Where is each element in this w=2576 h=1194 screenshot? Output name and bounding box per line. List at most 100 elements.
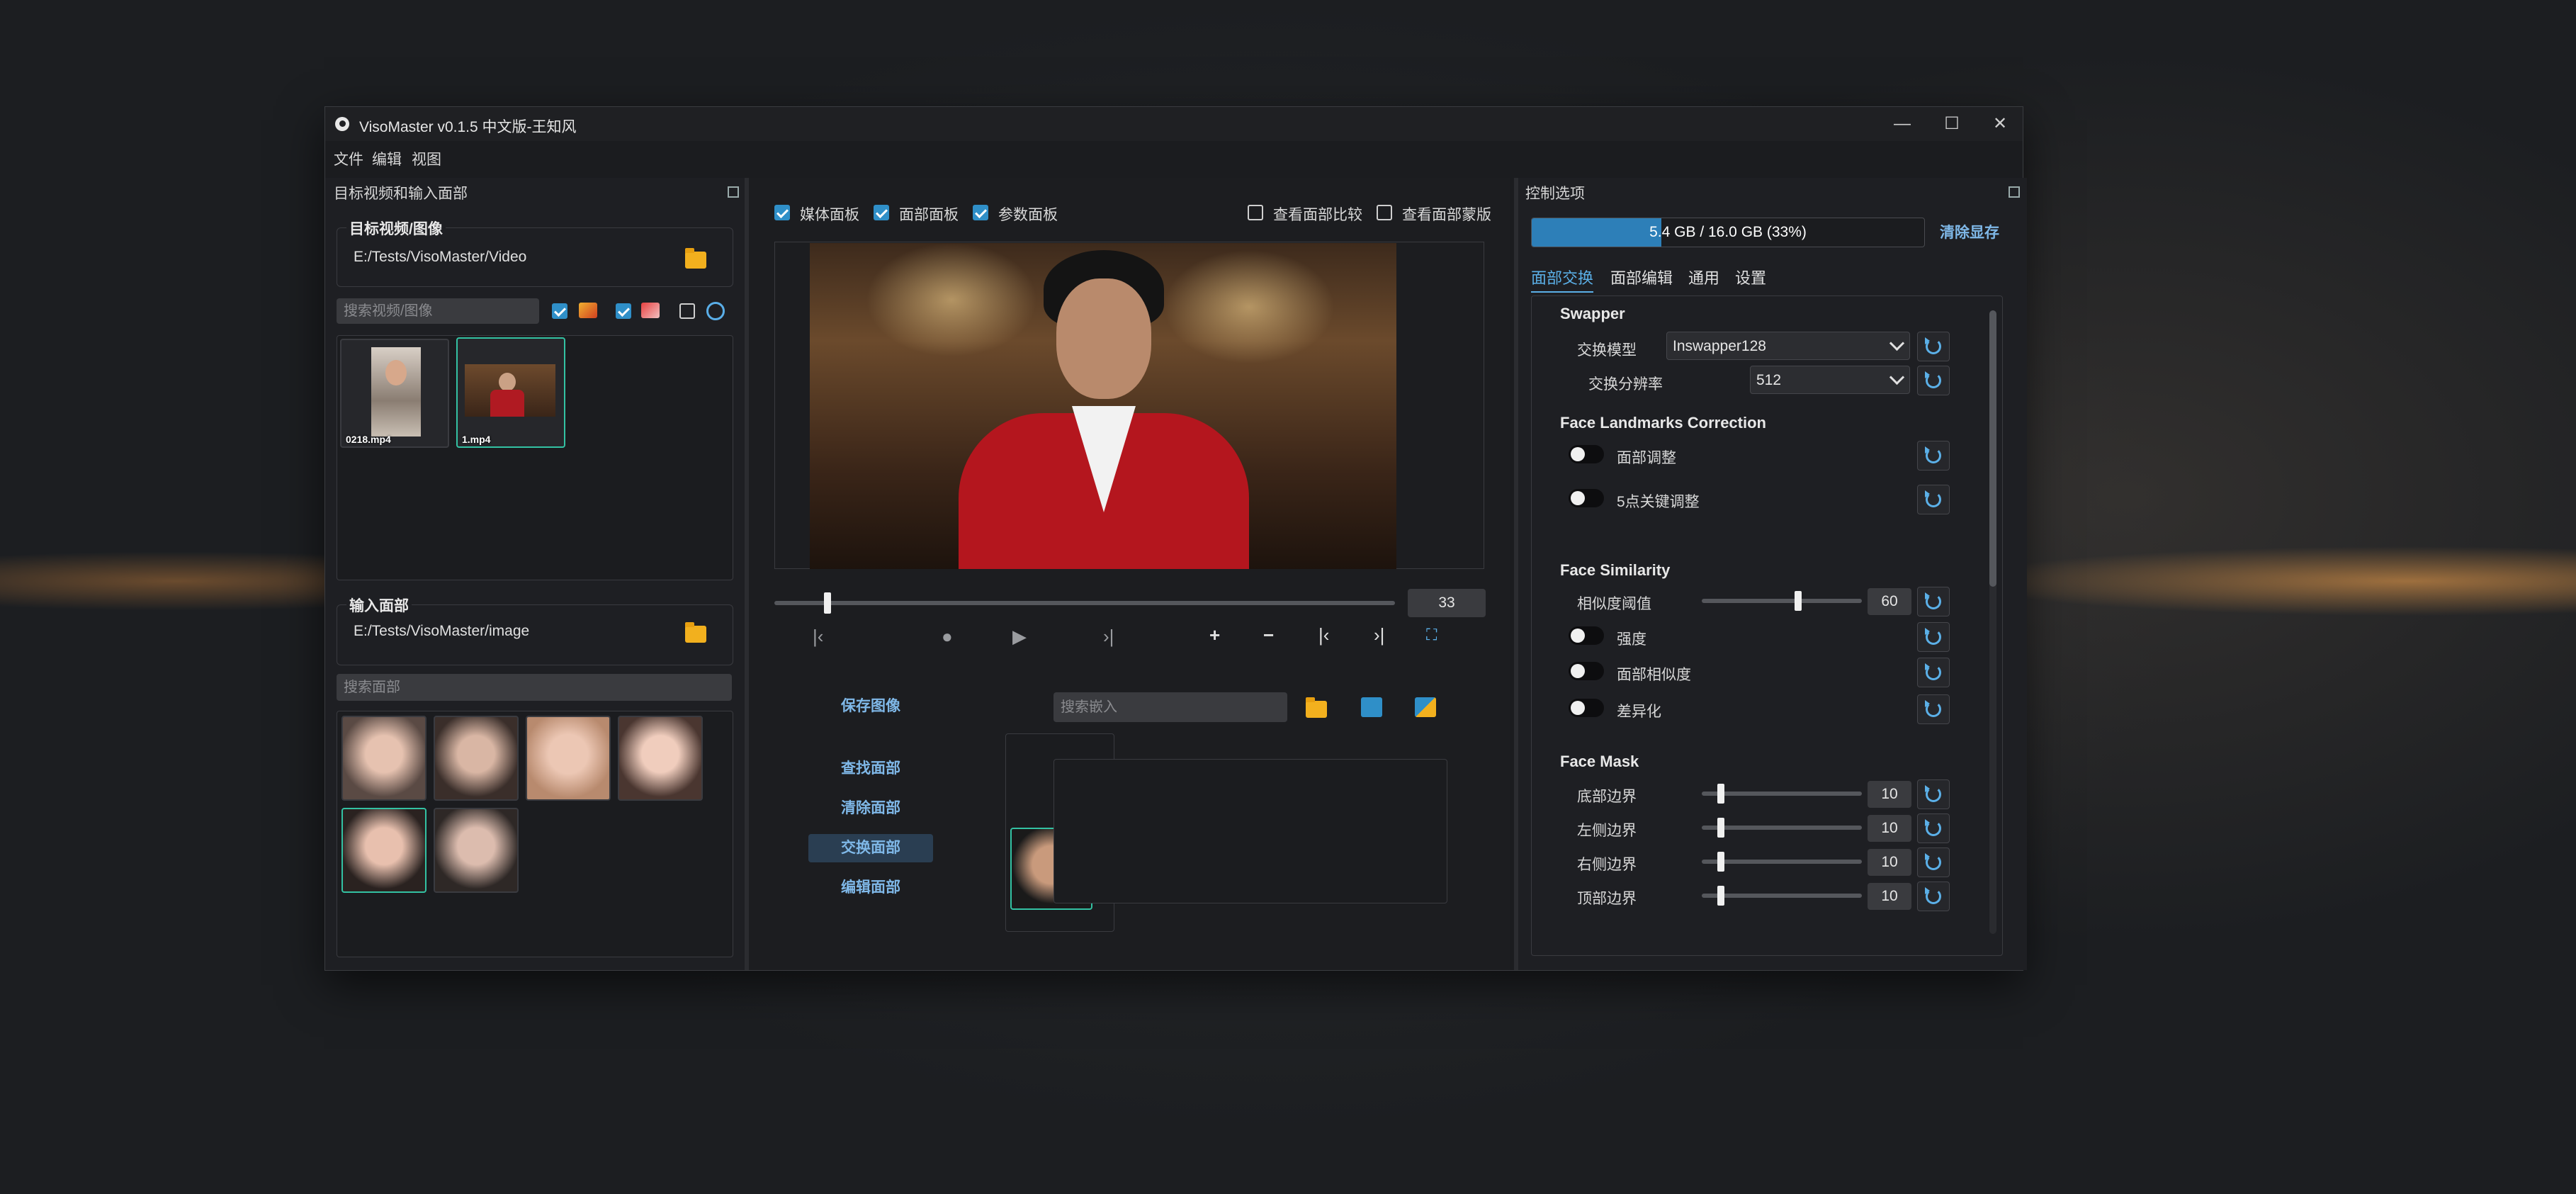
mask-top-handle[interactable] <box>1717 886 1724 906</box>
mask-right-input[interactable]: 10 <box>1868 849 1911 876</box>
reset-icon[interactable] <box>1917 366 1950 395</box>
differencing-toggle[interactable] <box>1569 699 1604 717</box>
mask-bottom-slider[interactable] <box>1702 792 1862 796</box>
input-face-3[interactable] <box>526 716 611 801</box>
input-face-5[interactable] <box>341 808 426 893</box>
clear-vram-button[interactable]: 清除显存 <box>1931 219 2009 247</box>
input-folder-icon[interactable] <box>685 622 706 643</box>
mask-left-handle[interactable] <box>1717 818 1724 838</box>
reset-icon[interactable] <box>1917 813 1950 843</box>
swap-faces-button[interactable]: 交换面部 <box>808 834 933 862</box>
reset-icon[interactable] <box>1917 847 1950 877</box>
strength-toggle[interactable] <box>1569 626 1604 645</box>
target-folder-icon[interactable] <box>685 248 706 269</box>
reset-icon[interactable] <box>1917 658 1950 687</box>
reset-icon[interactable] <box>1917 485 1950 514</box>
mask-bottom-input[interactable]: 10 <box>1868 781 1911 808</box>
jump-prev-marker-button[interactable]: |‹ <box>1318 624 1329 646</box>
frame-slider-track[interactable] <box>774 601 1395 605</box>
face-panel-checkbox[interactable] <box>874 205 889 220</box>
reset-icon[interactable] <box>1917 441 1950 471</box>
face-adjust-toggle[interactable] <box>1569 445 1604 463</box>
reset-icon[interactable] <box>1917 332 1950 361</box>
fullscreen-icon[interactable]: ⛶ <box>1426 626 1437 644</box>
similarity-threshold-label: 相似度阈值 <box>1577 596 1651 612</box>
tab-face-swap[interactable]: 面部交换 <box>1531 266 1594 293</box>
filter-image-checkbox[interactable] <box>616 303 631 319</box>
edit-faces-button[interactable]: 编辑面部 <box>808 874 933 902</box>
filter-video-checkbox[interactable] <box>552 303 567 319</box>
app-logo-icon <box>335 117 349 131</box>
face-similarity-toggle[interactable] <box>1569 662 1604 680</box>
search-embed-input[interactable]: 搜索嵌入 <box>1053 692 1287 722</box>
swap-model-value: Inswapper128 <box>1673 338 1766 354</box>
close-button[interactable]: ✕ <box>1979 111 2021 137</box>
input-face-1[interactable] <box>341 716 426 801</box>
media-thumb-0218[interactable]: 0218.mp4 <box>340 339 449 448</box>
frame-slider-handle[interactable] <box>824 592 832 614</box>
maximize-button[interactable]: ☐ <box>1931 111 1973 137</box>
input-face-6[interactable] <box>434 808 519 893</box>
reset-icon[interactable] <box>1917 587 1950 616</box>
five-point-toggle[interactable] <box>1569 489 1604 507</box>
reset-icon[interactable] <box>1917 882 1950 911</box>
search-face-input[interactable]: 搜索面部 <box>337 674 732 701</box>
minimize-button[interactable]: — <box>1881 111 1923 137</box>
parameters-scrollbar[interactable] <box>1989 310 1996 934</box>
mask-bottom-handle[interactable] <box>1717 784 1724 804</box>
save-image-button[interactable]: 保存图像 <box>808 692 933 721</box>
undock-icon[interactable] <box>728 186 739 198</box>
mask-top-input[interactable]: 10 <box>1868 883 1911 910</box>
similarity-threshold-input[interactable]: 60 <box>1868 588 1911 615</box>
filter-webcam-checkbox[interactable] <box>679 303 695 319</box>
input-face-path: E:/Tests/VisoMaster/image <box>354 623 530 639</box>
play-button[interactable]: ▶ <box>1012 626 1027 648</box>
reset-icon[interactable] <box>1917 622 1950 652</box>
mask-top-slider[interactable] <box>1702 894 1862 898</box>
undock-icon[interactable] <box>2009 186 2020 198</box>
media-thumb-1[interactable]: 1.mp4 <box>456 337 565 448</box>
record-button[interactable]: ● <box>942 626 953 648</box>
tab-settings[interactable]: 设置 <box>1735 266 1766 288</box>
remove-marker-button[interactable]: − <box>1263 624 1274 646</box>
input-face-2[interactable] <box>434 716 519 801</box>
prev-marker-icon[interactable]: |‹ <box>813 626 823 648</box>
reset-icon[interactable] <box>1917 694 1950 724</box>
face-adjust-label: 面部调整 <box>1617 450 1676 466</box>
tab-common[interactable]: 通用 <box>1688 266 1719 288</box>
mask-left-input[interactable]: 10 <box>1868 815 1911 842</box>
search-media-input[interactable]: 搜索视频/图像 <box>337 298 539 324</box>
jump-next-marker-button[interactable]: ›| <box>1374 624 1384 646</box>
parameters-scrollbar-thumb[interactable] <box>1989 310 1996 587</box>
save-embed-as-icon[interactable] <box>1415 697 1436 717</box>
next-marker-icon[interactable]: ›| <box>1103 626 1114 648</box>
clear-faces-button[interactable]: 清除面部 <box>808 794 933 823</box>
swap-model-select[interactable]: Inswapper128 <box>1666 332 1910 360</box>
menu-file[interactable]: 文件 <box>334 148 363 169</box>
right-panel-header: 控制选项 <box>1525 186 1585 202</box>
menu-edit[interactable]: 编辑 <box>372 148 402 169</box>
swap-resolution-select[interactable]: 512 <box>1750 366 1910 394</box>
face-compare-checkbox[interactable] <box>1248 205 1263 220</box>
input-face-4[interactable] <box>618 716 703 801</box>
title-bar: VisoMaster v0.1.5 中文版-王知风 — ☐ ✕ <box>325 107 2023 141</box>
mask-right-slider[interactable] <box>1702 860 1862 864</box>
param-panel-checkbox[interactable] <box>973 205 988 220</box>
similarity-threshold-slider[interactable] <box>1702 599 1862 603</box>
save-embed-icon[interactable] <box>1361 697 1382 717</box>
add-marker-button[interactable]: + <box>1209 624 1220 646</box>
tab-face-edit[interactable]: 面部编辑 <box>1610 266 1673 288</box>
media-panel-checkbox[interactable] <box>774 205 790 220</box>
mask-left-slider[interactable] <box>1702 826 1862 830</box>
video-frame-image <box>810 243 1396 569</box>
reset-icon[interactable] <box>1917 779 1950 809</box>
frame-number-input[interactable]: 33 <box>1408 589 1486 617</box>
similarity-threshold-handle[interactable] <box>1794 591 1802 611</box>
mask-left-label: 左侧边界 <box>1577 823 1637 839</box>
mask-right-handle[interactable] <box>1717 852 1724 872</box>
face-mask-checkbox[interactable] <box>1377 205 1392 220</box>
load-embed-folder-icon[interactable] <box>1306 697 1327 718</box>
menu-view[interactable]: 视图 <box>412 148 441 169</box>
find-faces-button[interactable]: 查找面部 <box>808 755 933 783</box>
image-filter-icon <box>641 303 660 318</box>
